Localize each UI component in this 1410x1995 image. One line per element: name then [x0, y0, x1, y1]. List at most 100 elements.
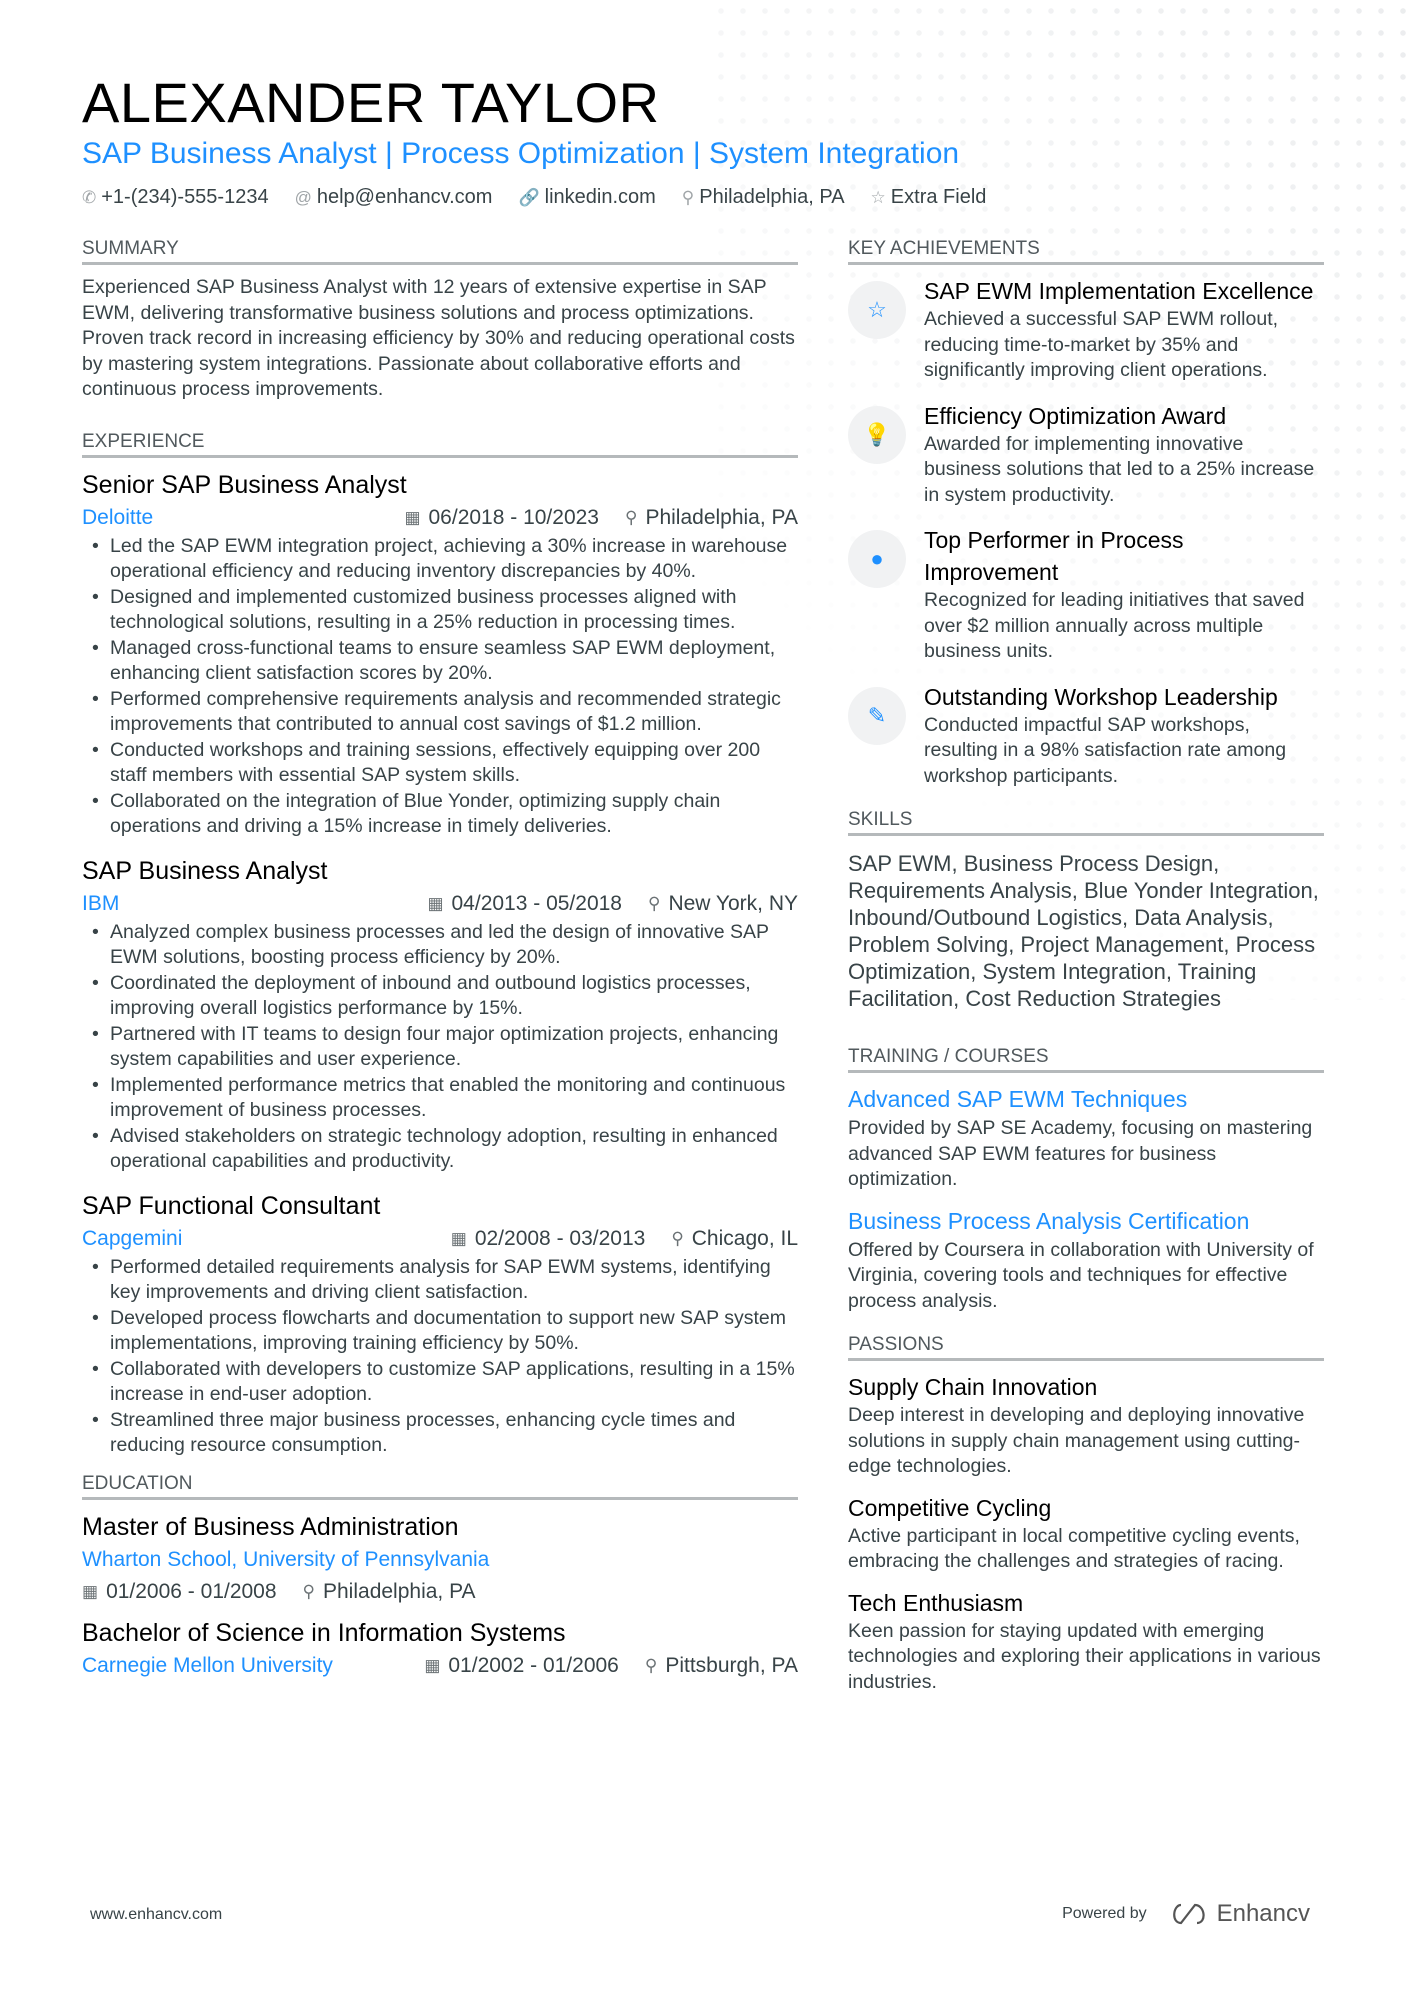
dates-text: 06/2018 - 10/2023 — [428, 505, 599, 529]
education-entry: Bachelor of Science in Information Syste… — [82, 1616, 798, 1682]
job-title: Senior SAP Business Analyst — [82, 470, 407, 499]
achievements-heading: Key Achievements — [848, 238, 1324, 265]
bullet-item: Coordinated the deployment of inbound an… — [82, 971, 798, 1022]
achievement-title: Efficiency Optimization Award — [924, 402, 1227, 429]
dates-text: 01/2002 - 01/2006 — [448, 1653, 619, 1677]
job-meta: Capgemini ▦ 02/2008 - 03/2013 ⚲ Chicago, IL — [82, 1223, 798, 1255]
course-desc: Offered by Coursera in collaboration wit… — [848, 1238, 1314, 1312]
passions-heading: Passions — [848, 1334, 1324, 1361]
achievement-item: ✎ Outstanding Workshop Leadership Conducte… — [848, 681, 1324, 790]
bullet-item: Analyzed complex business processes and … — [82, 920, 798, 971]
bullet-item: Partnered with IT teams to design four m… — [82, 1022, 798, 1073]
job-bullets: Performed detailed requirements analysis… — [82, 1255, 798, 1459]
skills-text: SAP EWM, Business Process Design, Requir… — [848, 851, 1319, 1011]
bullet-item: Led the SAP EWM integration project, ach… — [82, 534, 798, 585]
passion-title: Competitive Cycling — [848, 1494, 1052, 1521]
passion-desc: Deep interest in developing and deployin… — [848, 1404, 1305, 1477]
school-name[interactable]: Wharton School, University of Pennsylvan… — [82, 1544, 798, 1576]
job-bullets: Analyzed complex business processes and … — [82, 920, 798, 1175]
passions-list: Supply Chain Innovation Deep interest in … — [848, 1371, 1324, 1695]
location-text: Philadelphia, PA — [323, 1579, 476, 1603]
passion-title: Tech Enthusiasm — [848, 1589, 1024, 1616]
achievement-title: SAP EWM Implementation Excellence — [924, 278, 1314, 304]
bullet-item: Collaborated with developers to customiz… — [82, 1357, 798, 1408]
job-title: SAP Business Analyst — [82, 856, 328, 885]
powered-by-label: Powered by — [1062, 1905, 1147, 1922]
summary-heading: Summary — [82, 238, 798, 265]
education-entry: Master of Business Administration Wharton… — [82, 1510, 798, 1608]
education-meta: Carnegie Mellon University ▦ 01/2002 - 01/… — [82, 1650, 798, 1682]
summary-text: Experienced SAP Business Analyst with 12… — [82, 276, 795, 400]
location-icon: ⚲ — [647, 893, 661, 913]
calendar-icon: ▦ — [450, 1228, 467, 1248]
contact-text: help@enhancv.com — [316, 186, 493, 208]
achievement-desc: Awarded for implementing innovative busi… — [924, 432, 1315, 506]
company-name[interactable]: Deloitte — [82, 502, 378, 534]
achievement-desc: Recognized for leading initiatives that … — [924, 589, 1305, 662]
location-icon: ⚲ — [302, 1581, 315, 1601]
bullet-item: Advised stakeholders on strategic techno… — [82, 1124, 798, 1175]
at-icon: @ — [294, 187, 312, 207]
bullet-item: Collaborated on the integration of Blue … — [82, 789, 798, 840]
bullet-item: Developed process flowcharts and documen… — [82, 1306, 798, 1357]
edu-location: ⚲ Philadelphia, PA — [303, 1576, 476, 1608]
location-text: Pittsburgh, PA — [665, 1653, 798, 1677]
location-icon: ⚲ — [681, 187, 695, 207]
contact-item[interactable]: ⚲ Philadelphia, PA — [682, 186, 845, 209]
passion-title: Supply Chain Innovation — [848, 1374, 1098, 1400]
bullet-item: Performed comprehensive requirements ana… — [82, 687, 798, 738]
company-name[interactable]: IBM — [82, 888, 401, 920]
training-list: Advanced SAP EWM Techniques Provided by S… — [848, 1083, 1324, 1314]
job-dates: ▦ 04/2013 - 05/2018 — [427, 888, 622, 920]
enhancv-logo[interactable]: Enhancv — [1169, 1900, 1310, 1928]
link-icon: 🔗 — [518, 187, 540, 207]
achievement-desc: Achieved a successful SAP EWM rollout, r… — [924, 308, 1279, 381]
job-dates: ▦ 06/2018 - 10/2023 — [404, 502, 599, 534]
bullet-item: Implemented performance metrics that ena… — [82, 1073, 798, 1124]
job-title: SAP Functional Consultant — [82, 1191, 381, 1220]
contact-text: +1-(234)-555-1234 — [101, 186, 269, 208]
job-dates: ▦ 02/2008 - 03/2013 — [451, 1223, 646, 1255]
right-column: Key Achievements ☆ SAP EWM Implementation… — [848, 238, 1324, 1707]
resume-page: ALEXANDER TAYLOR SAP Business Analyst | … — [82, 70, 1332, 1693]
candidate-title: SAP Business Analyst | Process Optimizat… — [82, 137, 960, 170]
school-name[interactable]: Carnegie Mellon University — [82, 1650, 398, 1682]
bullet-item: Streamlined three major business process… — [82, 1408, 798, 1459]
achievement-body: Outstanding Workshop Leadership Conducted… — [924, 681, 1324, 790]
location-text: Philadelphia, PA — [645, 505, 798, 529]
contact-item[interactable]: 🔗 linkedin.com — [518, 186, 655, 209]
achievement-title: Top Performer in Process Improvement — [924, 527, 1184, 585]
job-location: ⚲ Chicago, IL — [671, 1223, 798, 1255]
job-bullets: Led the SAP EWM integration project, ach… — [82, 534, 798, 840]
course-title[interactable]: Business Process Analysis Certification — [848, 1205, 1324, 1238]
achievement-item: ● Top Performer in Process Improvement Rec… — [848, 524, 1324, 665]
achievement-desc: Conducted impactful SAP workshops, resul… — [924, 713, 1287, 787]
job-location: ⚲ Philadelphia, PA — [625, 502, 798, 534]
contact-text: Extra Field — [890, 186, 987, 208]
contact-item[interactable]: ☆ Extra Field — [871, 186, 987, 209]
footer-website[interactable]: www.enhancv.com — [90, 1906, 222, 1924]
lightbulb-icon: 💡 — [848, 405, 906, 464]
contact-text: linkedin.com — [544, 186, 656, 208]
bullet-item: Conducted workshops and training session… — [82, 738, 798, 789]
achievement-body: Top Performer in Process Improvement Reco… — [924, 524, 1324, 665]
job-entry: SAP Business Analyst IBM ▦ 04/2013 - 05/201… — [82, 854, 798, 1175]
job-meta: IBM ▦ 04/2013 - 05/2018 ⚲ New York, NY — [82, 888, 798, 920]
achievements-list: ☆ SAP EWM Implementation Excellence Achiev… — [848, 275, 1324, 789]
dates-text: 04/2013 - 05/2018 — [451, 891, 622, 915]
calendar-icon: ▦ — [427, 893, 444, 913]
education-list: Master of Business Administration Wharton… — [82, 1510, 798, 1682]
passion-desc: Keen passion for staying updated with em… — [848, 1619, 1321, 1693]
contact-item[interactable]: @ help@enhancv.com — [295, 186, 493, 209]
achievement-title: Outstanding Workshop Leadership — [924, 683, 1278, 710]
course-title[interactable]: Advanced SAP EWM Techniques — [848, 1083, 1324, 1116]
experience-heading: Experience — [82, 431, 798, 458]
company-name[interactable]: Capgemini — [82, 1223, 425, 1255]
calendar-icon: ▦ — [404, 507, 421, 527]
brand-name: Enhancv — [1216, 1900, 1310, 1927]
achievement-item: ☆ SAP EWM Implementation Excellence Achiev… — [848, 275, 1324, 384]
star-icon: ☆ — [848, 281, 906, 339]
education-heading: Education — [82, 1473, 798, 1500]
footer-brand: Powered by Enhancv — [1062, 1900, 1310, 1928]
contact-item[interactable]: ✆ +1-(234)-555-1234 — [82, 186, 269, 209]
